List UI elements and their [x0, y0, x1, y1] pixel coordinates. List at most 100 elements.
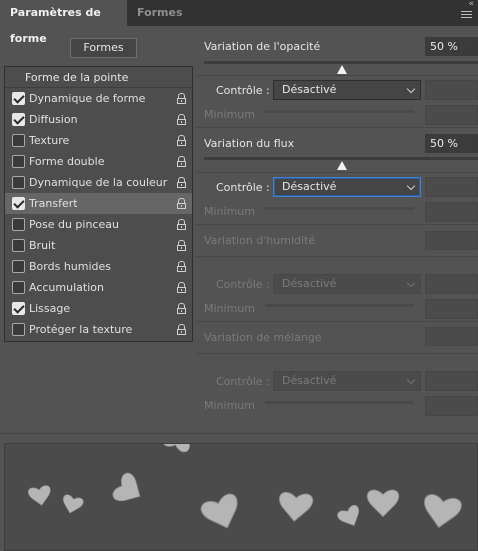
lock-icon[interactable] — [177, 303, 186, 314]
lock-icon[interactable] — [177, 135, 186, 146]
list-item-scattering[interactable]: Diffusion — [5, 109, 192, 130]
lock-icon[interactable] — [177, 282, 186, 293]
chevron-down-icon — [406, 375, 416, 385]
lock-icon[interactable] — [177, 240, 186, 251]
checkbox-icon[interactable] — [12, 260, 25, 273]
list-item-brush-pose[interactable]: Pose du pinceau — [5, 214, 192, 235]
flow-minimum-input[interactable] — [425, 202, 478, 222]
flow-minimum-label: Minimum — [204, 205, 255, 218]
checkbox-icon[interactable] — [12, 281, 25, 294]
wetness-minimum-input — [425, 299, 478, 319]
list-item-wet-edges[interactable]: Bords humides — [5, 256, 192, 277]
checkbox-icon[interactable] — [12, 197, 25, 210]
list-item-label: Bruit — [29, 239, 56, 252]
divider — [196, 224, 478, 225]
flow-jitter-slider-thumb[interactable] — [337, 161, 347, 170]
list-item-texture[interactable]: Texture — [5, 130, 192, 151]
wetness-control-side-field — [425, 274, 478, 294]
opacity-control-side-field — [425, 80, 478, 100]
checkbox-icon[interactable] — [12, 302, 25, 315]
wetness-jitter-input — [425, 231, 478, 250]
opacity-jitter-slider[interactable] — [204, 61, 478, 64]
opacity-control-select[interactable]: Désactivé — [273, 80, 421, 100]
chevron-down-icon — [406, 278, 416, 288]
list-item-noise[interactable]: Bruit — [5, 235, 192, 256]
list-item-color-dynamics[interactable]: Dynamique de la couleur — [5, 172, 192, 193]
divider — [196, 353, 478, 354]
checkbox-icon[interactable] — [12, 176, 25, 189]
flow-control-value: Désactivé — [282, 180, 337, 193]
lock-icon[interactable] — [177, 324, 186, 335]
tab-brushes[interactable]: Formes — [127, 0, 193, 26]
chevron-down-icon — [406, 84, 416, 94]
divider — [196, 256, 478, 257]
panel-menu-icon[interactable] — [461, 11, 472, 19]
wetness-control-label: Contrôle : — [216, 278, 270, 291]
flow-jitter-input[interactable]: 50 % — [425, 134, 478, 153]
brushes-button[interactable]: Formes — [70, 38, 137, 58]
mix-control-side-field — [425, 371, 478, 391]
divider — [196, 127, 478, 128]
flow-control-label: Contrôle : — [216, 181, 270, 194]
checkbox-icon[interactable] — [12, 239, 25, 252]
lock-icon[interactable] — [177, 156, 186, 167]
list-item-protect-texture[interactable]: Protéger la texture — [5, 319, 192, 340]
checkbox-icon[interactable] — [12, 113, 25, 126]
brush-options-list: Forme de la pointe Dynamique de forme Di… — [4, 66, 193, 342]
opacity-minimum-slider[interactable] — [265, 110, 414, 113]
mix-jitter-label: Variation de mélange — [204, 331, 322, 344]
list-item-label: Pose du pinceau — [29, 218, 119, 231]
wetness-minimum-slider — [265, 304, 414, 307]
opacity-minimum-label: Minimum — [204, 108, 255, 121]
mix-jitter-input — [425, 327, 478, 346]
list-item-build-up[interactable]: Accumulation — [5, 277, 192, 298]
opacity-minimum-input[interactable] — [425, 105, 478, 125]
mix-minimum-input — [425, 396, 478, 416]
opacity-control-label: Contrôle : — [216, 84, 270, 97]
mix-control-label: Contrôle : — [216, 375, 270, 388]
flow-jitter-label: Variation du flux — [204, 137, 295, 150]
flow-minimum-slider[interactable] — [265, 207, 414, 210]
lock-icon[interactable] — [177, 93, 186, 104]
list-item-label: Protéger la texture — [29, 323, 133, 336]
opacity-jitter-input[interactable]: 50 % — [425, 37, 478, 56]
list-item-label: Texture — [29, 134, 70, 147]
brush-tip-shape-item[interactable]: Forme de la pointe — [5, 67, 192, 88]
list-item-label: Accumulation — [29, 281, 104, 294]
tab-brush-settings[interactable]: Paramètres de forme — [0, 0, 127, 45]
mix-control-select: Désactivé — [273, 371, 421, 391]
mix-minimum-label: Minimum — [204, 399, 255, 412]
wetness-control-select: Désactivé — [273, 274, 421, 294]
lock-icon[interactable] — [177, 198, 186, 209]
checkbox-icon[interactable] — [12, 92, 25, 105]
list-item-label: Dynamique de la couleur — [29, 176, 168, 189]
divider — [196, 172, 478, 173]
lock-icon[interactable] — [177, 114, 186, 125]
panel-tab-bar: Paramètres de forme Formes « — [0, 0, 478, 45]
list-item-smoothing[interactable]: Lissage — [5, 298, 192, 319]
brush-stroke-preview — [4, 443, 478, 551]
list-item-dual-brush[interactable]: Forme double — [5, 151, 192, 172]
list-item-label: Forme double — [29, 155, 105, 168]
lock-icon[interactable] — [177, 261, 186, 272]
lock-icon[interactable] — [177, 177, 186, 188]
checkbox-icon[interactable] — [12, 134, 25, 147]
list-item-label: Transfert — [29, 197, 78, 210]
wetness-jitter-label: Variation d'humidité — [204, 234, 316, 247]
checkbox-icon[interactable] — [12, 323, 25, 336]
flow-control-select[interactable]: Désactivé — [273, 177, 421, 197]
collapse-icon[interactable]: « — [468, 0, 474, 9]
flow-jitter-slider[interactable] — [204, 157, 478, 160]
list-item-label: Dynamique de forme — [29, 92, 146, 105]
list-item-shape-dynamics[interactable]: Dynamique de forme — [5, 88, 192, 109]
mix-control-value: Désactivé — [282, 374, 337, 387]
list-item-transfer[interactable]: Transfert — [5, 193, 192, 214]
opacity-jitter-slider-thumb[interactable] — [337, 65, 347, 74]
checkbox-icon[interactable] — [12, 218, 25, 231]
opacity-jitter-label: Variation de l'opacité — [204, 40, 321, 53]
chevron-down-icon — [406, 181, 416, 191]
divider — [196, 321, 478, 322]
lock-icon[interactable] — [177, 219, 186, 230]
checkbox-icon[interactable] — [12, 155, 25, 168]
list-item-label: Lissage — [29, 302, 71, 315]
